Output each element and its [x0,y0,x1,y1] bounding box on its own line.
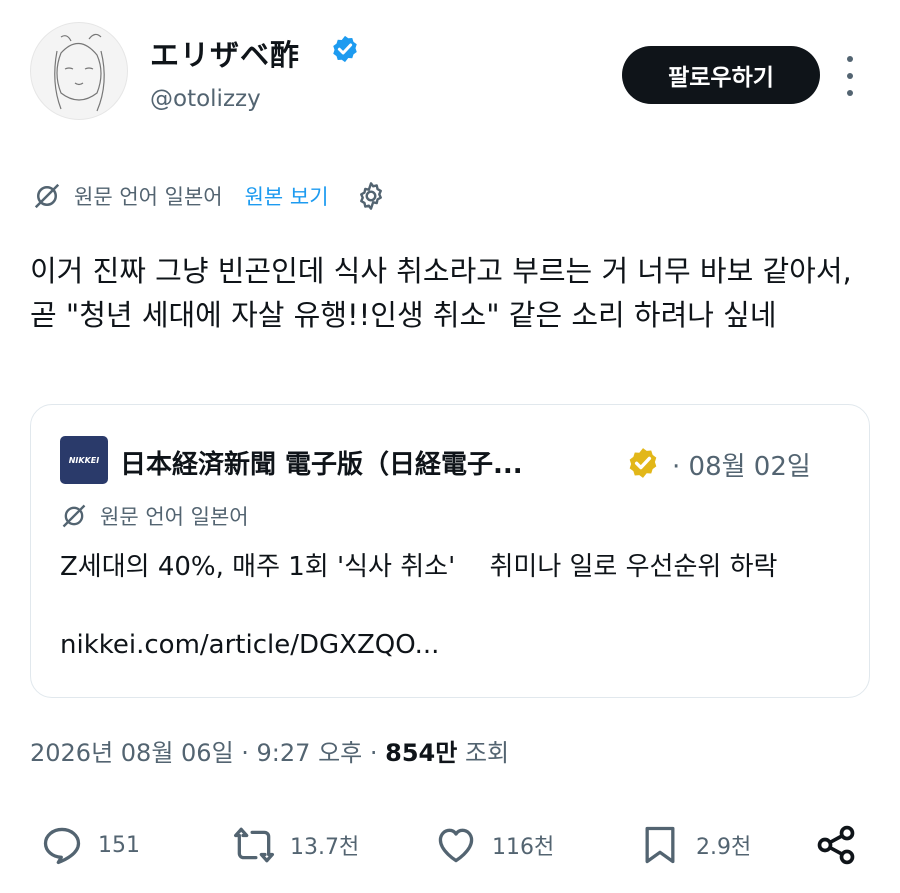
quoted-headline: Z세대의 40%, 매주 1회 '식사 취소' 취미나 일로 우선순위 하락 [60,552,778,582]
quoted-source-name[interactable]: 日本経済新聞 電子版（日経電子... [120,444,523,481]
heart-icon [438,828,474,863]
repost-icon [234,827,274,863]
avatar[interactable] [30,22,128,120]
quoted-date: · 08월 02일 [672,452,811,482]
bookmark-button[interactable]: 2.9천 [638,820,751,870]
author-name[interactable]: エリザベ酢 [150,32,300,74]
repost-count: 13.7천 [290,835,360,860]
timestamp[interactable]: 2026년 08월 06일 · 9:27 오후 · [30,739,385,767]
share-button[interactable] [814,820,872,870]
views-label: 조회 [457,739,510,767]
reply-count: 151 [98,832,140,858]
follow-button[interactable]: 팔로우하기 [622,46,820,104]
quoted-translation-label: 원문 언어 일본어 [100,505,249,529]
more-dot [847,90,853,96]
translate-icon [62,504,86,528]
nikkei-logo: NIKKEI [60,436,108,484]
share-icon [817,825,855,865]
views-count: 854만 [385,739,458,767]
tweet-text: 이거 진짜 그냥 빈곤인데 식사 취소라고 부르는 거 너무 바보 같아서, 곧… [30,254,852,332]
verified-gold-badge-icon [629,448,657,478]
tweet-meta: 2026년 08월 06일 · 9:27 오후 · 854만 조회 [30,733,509,768]
translation-bar: 원문 언어 일본어 원본 보기 [32,176,387,216]
quoted-link[interactable]: nikkei.com/article/DGXZQO... [60,630,439,660]
original-language-label: 원문 언어 일본어 [74,185,223,209]
quoted-translation-bar: 원문 언어 일본어 [60,498,249,534]
bookmark-count: 2.9천 [696,835,752,860]
like-count: 116천 [492,835,555,860]
more-vertical-icon[interactable] [836,56,864,96]
reply-icon [43,827,81,865]
gear-icon[interactable] [355,180,387,212]
reply-button[interactable]: 151 [40,820,140,870]
author-handle[interactable]: @otolizzy [150,86,261,112]
more-dot [847,56,853,62]
more-dot [847,73,853,79]
bookmark-icon [645,826,675,864]
translate-icon [34,183,60,209]
repost-button[interactable]: 13.7천 [232,820,359,870]
verified-badge-icon [333,35,357,63]
avatar-drawing-icon [54,33,105,112]
like-button[interactable]: 116천 [434,820,554,870]
view-original-link[interactable]: 원본 보기 [245,181,329,211]
